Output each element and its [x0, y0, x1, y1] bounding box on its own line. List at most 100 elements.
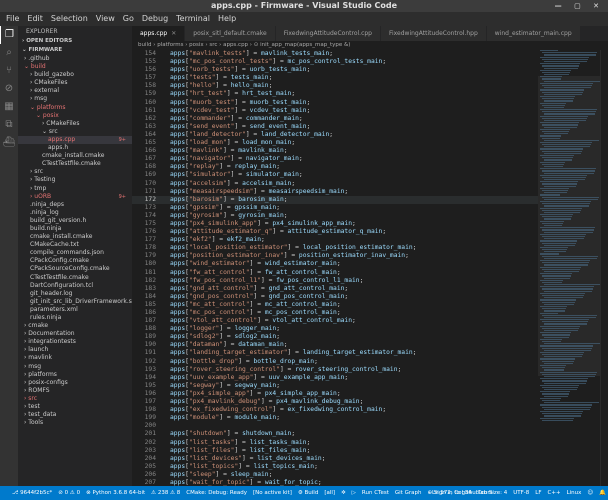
remote-icon[interactable]: ⧉ [0, 116, 18, 134]
status-item[interactable]: Linux [567, 490, 582, 496]
status-item[interactable]: CMake: Debug: Ready [186, 490, 247, 496]
tab-wind-estimator-main-cpp[interactable]: wind_estimator_main.cpp [486, 26, 581, 41]
tab-apps-cpp[interactable]: apps.cpp ✕ [132, 26, 186, 41]
status-item[interactable]: Ln 172, Col 34 [432, 490, 472, 496]
menu-view[interactable]: View [96, 14, 115, 23]
tree-item[interactable]: git_header.log [18, 290, 132, 298]
tree-item[interactable]: compile_commands.json [18, 249, 132, 257]
tree-item[interactable]: › msg [18, 95, 132, 103]
status-item[interactable]: ⚠ 238 ⚠ 8 [151, 490, 180, 496]
status-item[interactable]: [No active kit] [253, 490, 292, 496]
search-icon[interactable]: ⌕ [0, 44, 18, 62]
tree-item[interactable]: apps.cpp 9+ [18, 135, 132, 145]
tree-item[interactable]: › Tools [18, 419, 132, 427]
source-control-icon[interactable]: ⑂ [0, 62, 18, 80]
tree-item[interactable]: › uORB 9+ [18, 193, 132, 201]
open-editors-section[interactable]: › OPEN EDITORS [18, 37, 132, 46]
menu-file[interactable]: File [6, 14, 19, 23]
status-item[interactable]: [all] [324, 490, 335, 496]
docker-icon[interactable]: ⛴ [0, 134, 18, 152]
status-item[interactable]: 🔔 [599, 490, 606, 496]
tree-item[interactable]: › src [18, 395, 132, 403]
tree-item[interactable]: ⌄ build [18, 63, 132, 71]
tree-item[interactable]: parameters.xml [18, 306, 132, 314]
tree-item[interactable]: CPackSourceConfig.cmake [18, 265, 132, 273]
tree-item[interactable]: › .github [18, 55, 132, 63]
code-punct: ; [306, 106, 311, 114]
tree-item[interactable]: CTestTestfile.cmake [18, 160, 132, 168]
tree-item[interactable]: › test [18, 403, 132, 411]
menu-edit[interactable]: Edit [27, 14, 43, 23]
tree-item[interactable]: .ninja_log [18, 209, 132, 217]
workspace-root[interactable]: ⌄ FIRMWARE [18, 46, 132, 55]
tree-item[interactable]: › tmp [18, 185, 132, 193]
tree-item[interactable]: › Testing [18, 176, 132, 184]
tree-item[interactable]: .ninja_deps [18, 201, 132, 209]
menu-debug[interactable]: Debug [142, 14, 168, 23]
status-item[interactable]: Tab Size: 4 [478, 490, 507, 496]
code-identifier: apps [170, 470, 186, 478]
debug-icon[interactable]: ⊘ [0, 80, 18, 98]
tree-item[interactable]: › external [18, 87, 132, 95]
tree-item[interactable]: › integrationtests [18, 338, 132, 346]
tab-posix-sitl-default-cmake[interactable]: posix_sitl_default.cmake [185, 26, 276, 41]
tree-item[interactable]: cmake_install.cmake [18, 233, 132, 241]
tree-item[interactable]: apps.h [18, 144, 132, 152]
tree-item[interactable]: git_init_src_lib_DriverFramework.s... [18, 298, 132, 306]
tree-item[interactable]: cmake_install.cmake [18, 152, 132, 160]
extensions-icon[interactable]: ▦ [0, 98, 18, 116]
status-item[interactable]: ⎇ 9644f2b5c* [12, 490, 52, 496]
tree-item[interactable]: ⌄ src [18, 128, 132, 136]
tree-item[interactable]: › platforms [18, 371, 132, 379]
code-string: "mavlink_tests" [188, 50, 246, 57]
tree-item[interactable]: › posix-configs [18, 379, 132, 387]
status-item[interactable]: ⊗ Python 3.6.8 64-bit [86, 490, 145, 496]
tree-item[interactable]: › mavlink [18, 354, 132, 362]
files-icon[interactable]: ❐ [0, 26, 18, 44]
tree-item[interactable]: DartConfiguration.tcl [18, 282, 132, 290]
menu-help[interactable]: Help [218, 14, 236, 23]
tree-item[interactable]: › launch [18, 346, 132, 354]
menu-selection[interactable]: Selection [51, 14, 88, 23]
minimap[interactable] [538, 50, 601, 486]
editor-scrollbar[interactable] [600, 50, 608, 486]
status-item[interactable]: ☺ [587, 490, 593, 496]
window-controls[interactable]: — ▢ ✕ [555, 0, 604, 12]
tree-item[interactable]: › Documentation [18, 330, 132, 338]
tree-item[interactable]: › cmake [18, 322, 132, 330]
menu-go[interactable]: Go [123, 14, 134, 23]
tree-item[interactable]: › src [18, 168, 132, 176]
tree-item[interactable]: › CMakeFiles [18, 79, 132, 87]
close-tab-icon[interactable]: ✕ [171, 30, 176, 37]
menu-terminal[interactable]: Terminal [176, 14, 210, 23]
code-identifier: apps [170, 50, 186, 57]
tree-item[interactable]: › CMakeFiles [18, 120, 132, 128]
status-item[interactable]: C++ [548, 490, 561, 496]
status-item[interactable]: ⚙ Build [298, 490, 319, 496]
tree-item[interactable]: build_git_version.h [18, 217, 132, 225]
tab-fixedwingattitudecontrol-hpp[interactable]: FixedwingAttitudeControl.hpp [381, 26, 487, 41]
status-item[interactable]: LF [535, 490, 541, 496]
tab-fixedwingattitudecontrol-cpp[interactable]: FixedwingAttitudeControl.cpp [275, 26, 381, 41]
status-item[interactable]: ▷ [352, 490, 356, 496]
status-item[interactable]: ✲ [341, 490, 346, 496]
tree-item[interactable]: CPackConfig.cmake [18, 257, 132, 265]
status-item[interactable]: Git Graph [395, 490, 422, 496]
tree-item[interactable]: › test_data [18, 411, 132, 419]
tree-item[interactable]: build.ninja [18, 225, 132, 233]
status-item[interactable]: Run CTest [362, 490, 389, 496]
tree-item[interactable]: ⌄ platforms [18, 104, 132, 112]
tree-item[interactable]: rules.ninja [18, 314, 132, 322]
tree-item[interactable]: CTestTestfile.cmake [18, 274, 132, 282]
tree-item[interactable]: › build_gazebo [18, 71, 132, 79]
line-number: 202 [144, 438, 156, 446]
tree-item[interactable]: › msg [18, 363, 132, 371]
tree-item[interactable]: ⌄ posix [18, 112, 132, 120]
tree-item[interactable]: › ROMFS [18, 387, 132, 395]
status-item[interactable]: ⊘ 0 ⚠ 0 [58, 490, 80, 496]
minimap-line [542, 413, 582, 415]
status-item[interactable]: UTF-8 [513, 490, 529, 496]
breadcrumb[interactable]: build › platforms › posix › src › apps.c… [132, 41, 608, 50]
code-editor[interactable]: 154 apps["mavlink_tests"] = mavlink_tests… [132, 50, 538, 486]
tree-item[interactable]: CMakeCache.txt [18, 241, 132, 249]
